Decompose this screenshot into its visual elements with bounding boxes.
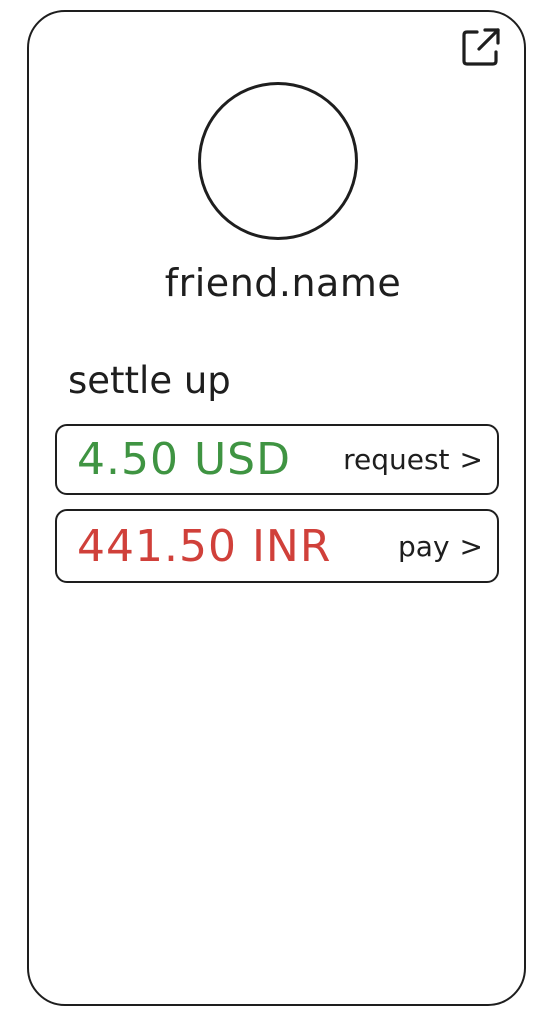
- chevron-right-icon: >: [459, 529, 483, 563]
- settle-card-request[interactable]: 4.50 USD request >: [55, 424, 499, 495]
- chevron-right-icon: >: [459, 443, 483, 476]
- request-label: request: [343, 443, 450, 476]
- request-button[interactable]: request >: [343, 426, 483, 493]
- amount-inr: 441.50 INR: [77, 520, 332, 572]
- amount-usd: 4.50 USD: [77, 434, 291, 485]
- settle-card-pay[interactable]: 441.50 INR pay >: [55, 509, 499, 583]
- pay-button[interactable]: pay >: [398, 511, 483, 581]
- external-link-icon[interactable]: [460, 26, 502, 68]
- friend-name: friend.name: [164, 261, 402, 305]
- avatar: [198, 82, 358, 240]
- pay-label: pay: [398, 529, 450, 563]
- settle-up-heading: settle up: [68, 359, 231, 402]
